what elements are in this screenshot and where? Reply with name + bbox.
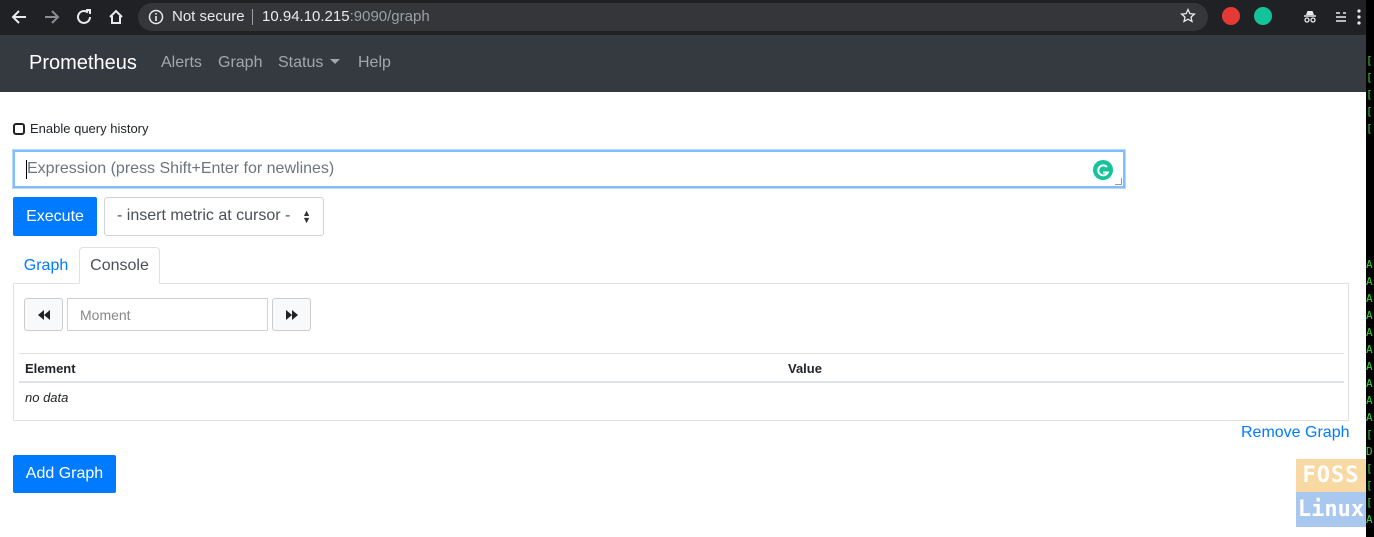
cast-icon[interactable]	[1330, 6, 1352, 28]
moment-input[interactable]: Moment	[67, 298, 268, 331]
url-text: 10.94.10.215:9090/graph	[262, 8, 430, 25]
nav-status[interactable]: Status	[278, 54, 341, 72]
watermark-bottom: Linux	[1296, 492, 1366, 527]
nav-alerts[interactable]: Alerts	[161, 54, 202, 72]
console-panel: Moment Element Value no data	[13, 283, 1349, 421]
add-graph-button[interactable]: Add Graph	[13, 455, 116, 493]
metric-select[interactable]: - insert metric at cursor - ▲ ▼	[104, 197, 324, 236]
security-label: Not secure	[172, 8, 245, 25]
nav-help[interactable]: Help	[358, 54, 391, 72]
table-header: Element Value	[19, 353, 1344, 383]
address-bar[interactable]: Not secure 10.94.10.215:9090/graph	[138, 3, 1208, 31]
browser-menu-icon[interactable]	[1356, 8, 1362, 31]
expression-input[interactable]: Expression (press Shift+Enter for newlin…	[13, 150, 1125, 188]
bookmark-star-icon[interactable]	[1180, 7, 1196, 29]
remove-graph-link[interactable]: Remove Graph	[1241, 424, 1350, 442]
incognito-icon[interactable]	[1299, 6, 1321, 28]
forward-icon[interactable]	[41, 6, 63, 28]
nav-graph[interactable]: Graph	[218, 54, 262, 72]
query-history-toggle[interactable]: Enable query history	[13, 121, 149, 136]
fast-forward-icon	[285, 309, 298, 320]
metric-select-value: - insert metric at cursor -	[117, 207, 291, 224]
browser-toolbar: Not secure 10.94.10.215:9090/graph	[0, 0, 1366, 35]
nav-status-label: Status	[278, 54, 324, 71]
reload-icon[interactable]	[73, 6, 95, 28]
query-history-label: Enable query history	[30, 121, 149, 136]
caret-down-icon	[330, 59, 341, 64]
grammarly-icon[interactable]	[1093, 160, 1113, 180]
separator	[252, 9, 253, 25]
adblock-extension-icon[interactable]	[1222, 7, 1240, 25]
moment-placeholder: Moment	[80, 307, 131, 323]
watermark-top: FOSS	[1296, 459, 1366, 492]
tab-graph[interactable]: Graph	[13, 247, 79, 284]
top-navbar: Prometheus Alerts Graph Status Help	[0, 35, 1366, 92]
rewind-button[interactable]	[24, 298, 63, 331]
background-terminal-strip: [[[[[ A A A A A A A A A A[D[[[A	[1366, 0, 1374, 537]
column-value: Value	[788, 361, 822, 376]
select-arrows-icon: ▲ ▼	[302, 208, 311, 225]
home-icon[interactable]	[105, 6, 127, 28]
rewind-icon	[37, 309, 50, 320]
back-icon[interactable]	[8, 6, 30, 28]
empty-state-text: no data	[25, 390, 69, 405]
execute-button[interactable]: Execute	[13, 197, 97, 236]
column-element: Element	[25, 361, 76, 376]
grammarly-extension-icon[interactable]	[1254, 7, 1272, 25]
query-history-checkbox[interactable]	[13, 122, 25, 135]
resize-handle[interactable]	[1115, 178, 1122, 185]
brand-logo-text[interactable]: Prometheus	[29, 52, 137, 75]
fast-forward-button[interactable]	[272, 298, 311, 331]
tab-console[interactable]: Console	[79, 247, 160, 284]
expression-placeholder: Expression (press Shift+Enter for newlin…	[27, 160, 335, 177]
url-host: 10.94.10.215	[262, 8, 350, 25]
info-icon[interactable]	[148, 9, 164, 30]
fosslinux-watermark: FOSS Linux	[1296, 459, 1366, 527]
url-path: :9090/graph	[349, 8, 430, 25]
